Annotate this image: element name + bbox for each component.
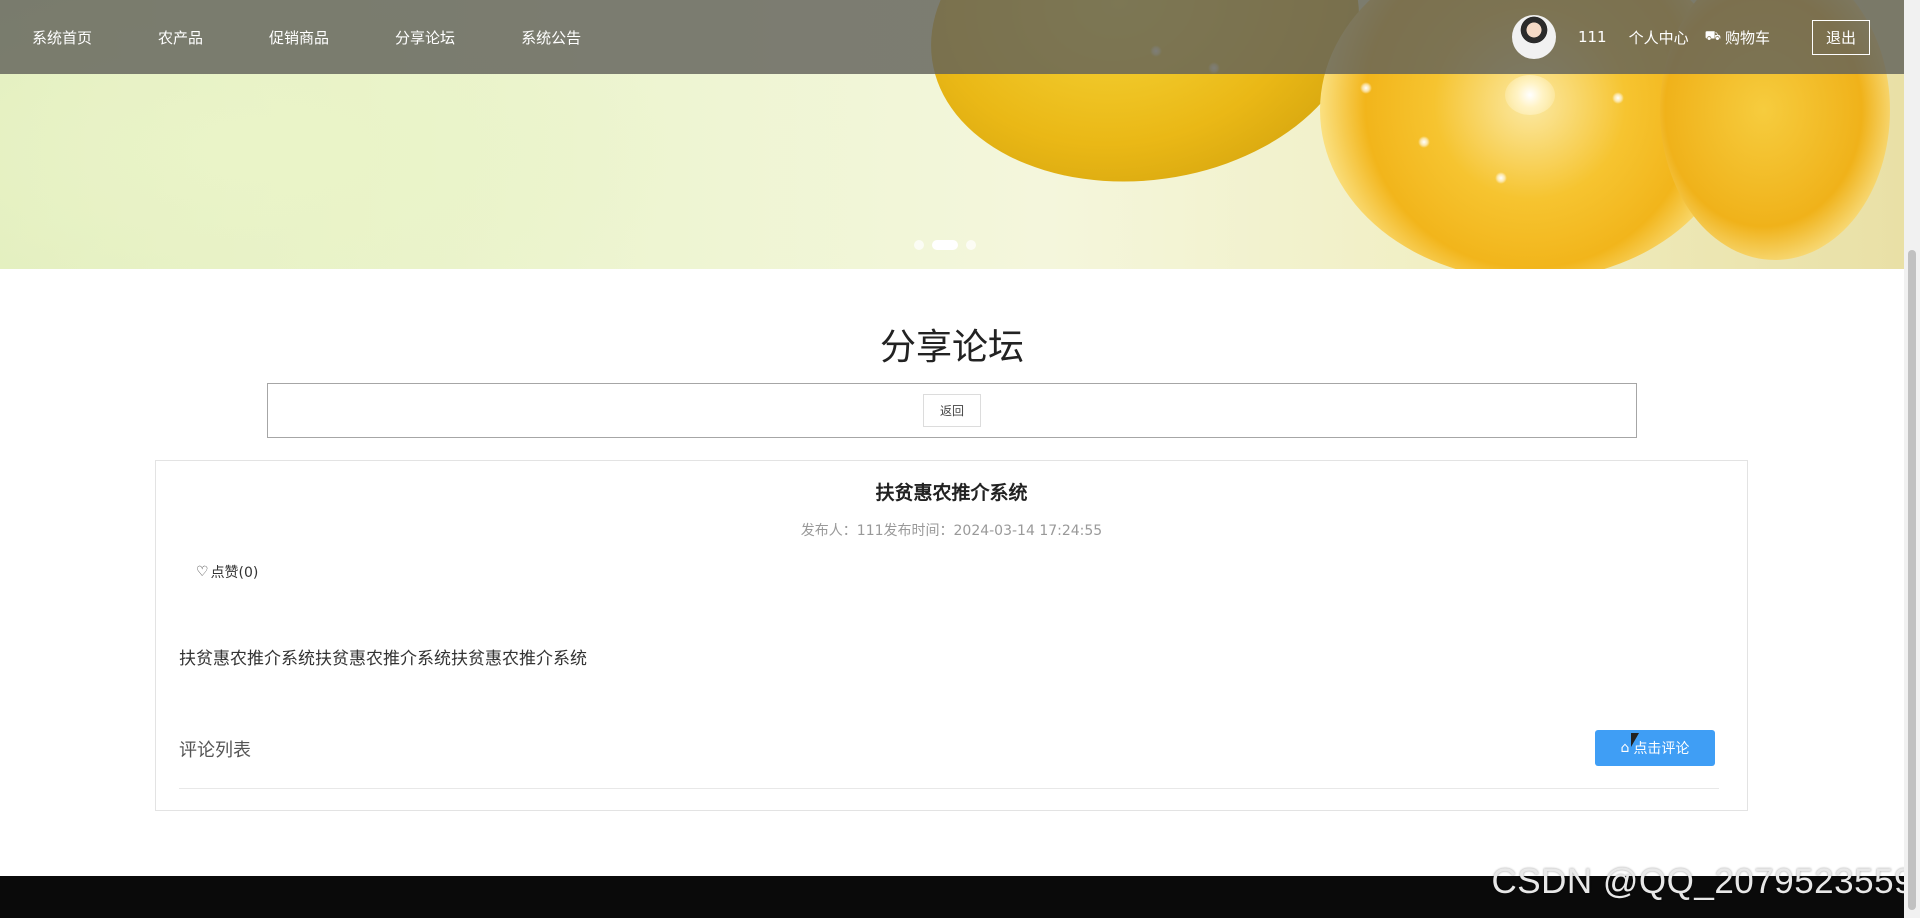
profile-link[interactable]: 个人中心 xyxy=(1629,27,1689,48)
nav-item-promotions[interactable]: 促销商品 xyxy=(269,27,329,48)
add-comment-button[interactable]: ⌂ 点击评论 xyxy=(1595,730,1715,766)
watermark: CSDN @QQ_2079523559 xyxy=(1491,862,1914,901)
page-scrollbar[interactable] xyxy=(1904,0,1920,918)
comment-list-label: 评论列表 xyxy=(179,740,251,761)
post-body: 扶贫惠农推介系统扶贫惠农推介系统扶贫惠农推介系统 xyxy=(179,649,587,669)
cart-link[interactable]: ⛟ 购物车 xyxy=(1705,27,1770,48)
cart-label: 购物车 xyxy=(1724,28,1770,47)
post-title: 扶贫惠农推介系统 xyxy=(875,482,1028,504)
carousel-dot[interactable] xyxy=(966,240,976,250)
like-button[interactable]: ♡ 点赞(0) xyxy=(196,562,258,582)
banner-sparkle xyxy=(1418,136,1430,148)
home-icon: ⌂ xyxy=(1620,740,1630,756)
carousel-dot[interactable] xyxy=(914,240,924,250)
banner-sparkle xyxy=(1360,82,1372,94)
carousel-dot-active[interactable] xyxy=(932,240,958,250)
banner-sparkle xyxy=(1612,92,1624,104)
nav-item-announcements[interactable]: 系统公告 xyxy=(521,27,581,48)
mouse-cursor xyxy=(1631,733,1639,747)
username: 111 xyxy=(1577,28,1607,46)
post-card: 扶贫惠农推介系统 发布人：111发布时间：2024-03-14 17:24:55… xyxy=(155,460,1748,811)
nav-item-home[interactable]: 系统首页 xyxy=(32,27,92,48)
page-title: 分享论坛 xyxy=(879,327,1024,368)
nav-item-products[interactable]: 农产品 xyxy=(158,27,203,48)
divider xyxy=(179,788,1719,789)
heart-icon: ♡ xyxy=(196,564,209,580)
avatar[interactable] xyxy=(1511,15,1556,59)
scrollbar-thumb[interactable] xyxy=(1908,250,1916,910)
cart-icon: ⛟ xyxy=(1704,28,1721,44)
carousel-indicators xyxy=(914,240,976,250)
like-label: 点赞(0) xyxy=(210,565,259,581)
top-navigation: 系统首页 农产品 促销商品 分享论坛 系统公告 111 个人中心 ⛟ 购物车 退… xyxy=(0,0,1904,74)
logout-button[interactable]: 退出 xyxy=(1811,19,1870,55)
banner-lemon-core xyxy=(1505,75,1555,115)
back-bar: 返回 xyxy=(267,383,1637,438)
add-comment-label: 点击评论 xyxy=(1633,741,1690,757)
banner-sparkle xyxy=(1495,172,1507,184)
nav-item-forum[interactable]: 分享论坛 xyxy=(395,27,455,48)
back-button[interactable]: 返回 xyxy=(922,394,981,427)
user-area: 111 个人中心 ⛟ 购物车 退出 xyxy=(1511,0,1870,74)
post-meta: 发布人：111发布时间：2024-03-14 17:24:55 xyxy=(800,523,1103,539)
